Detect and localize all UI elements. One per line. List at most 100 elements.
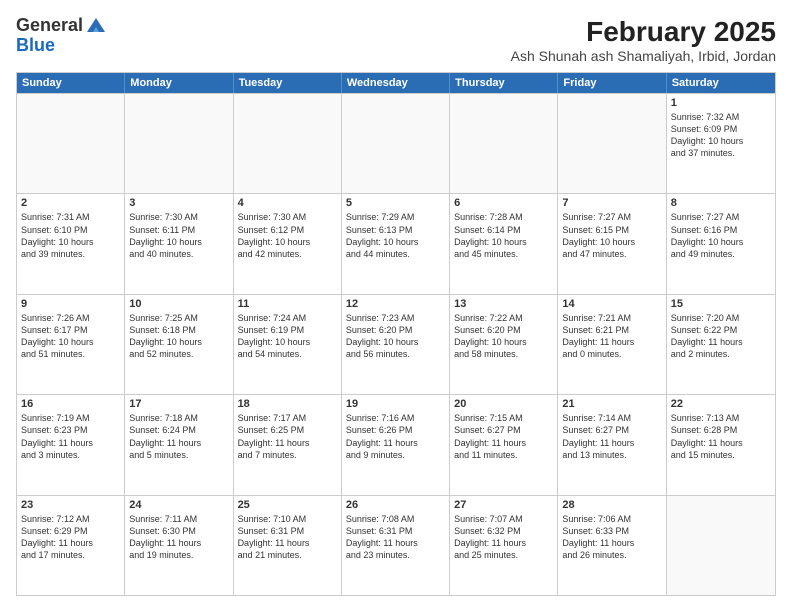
day-info: Sunrise: 7:32 AM Sunset: 6:09 PM Dayligh… bbox=[671, 111, 771, 160]
day-info: Sunrise: 7:28 AM Sunset: 6:14 PM Dayligh… bbox=[454, 211, 553, 260]
day-cell-18: 18Sunrise: 7:17 AM Sunset: 6:25 PM Dayli… bbox=[234, 395, 342, 494]
logo: General Blue bbox=[16, 16, 107, 56]
day-info: Sunrise: 7:29 AM Sunset: 6:13 PM Dayligh… bbox=[346, 211, 445, 260]
header-day-monday: Monday bbox=[125, 73, 233, 93]
day-cell-20: 20 Sunrise: 7:15 AM Sunset: 6:27 PM Dayli… bbox=[450, 395, 558, 494]
day-cell-21: 21 Sunrise: 7:14 AM Sunset: 6:27 PM Dayli… bbox=[558, 395, 666, 494]
week-row-5: 23 Sunrise: 7:12 AM Sunset: 6:29 PM Dayli… bbox=[17, 495, 775, 595]
header-day-sunday: Sunday bbox=[17, 73, 125, 93]
day-info: Sunrise: 7:15 AM Sunset: 6:27 PM Dayligh… bbox=[454, 412, 553, 461]
day-cell-11: 11 Sunrise: 7:24 AM Sunset: 6:19 PM Dayli… bbox=[234, 295, 342, 394]
day-number: 21 bbox=[562, 398, 661, 410]
day-number: 8 bbox=[671, 197, 771, 209]
day-info: Sunrise: 7:12 AM Sunset: 6:29 PM Dayligh… bbox=[21, 513, 120, 562]
day-number: 20 bbox=[454, 398, 553, 410]
day-info: Sunrise: 7:08 AM Sunset: 6:31 PM Dayligh… bbox=[346, 513, 445, 562]
day-number: 11 bbox=[238, 298, 337, 310]
day-cell-28: 28 Sunrise: 7:06 AM Sunset: 6:33 PM Dayli… bbox=[558, 496, 666, 595]
day-number: 16 bbox=[21, 398, 120, 410]
day-number: 26 bbox=[346, 499, 445, 511]
day-number: 4 bbox=[238, 197, 337, 209]
day-cell-27: 27 Sunrise: 7:07 AM Sunset: 6:32 PM Dayli… bbox=[450, 496, 558, 595]
day-info: Sunrise: 7:20 AM Sunset: 6:22 PM Dayligh… bbox=[671, 312, 771, 361]
day-cell-2: 2Sunrise: 7:31 AM Sunset: 6:10 PM Daylig… bbox=[17, 194, 125, 293]
day-number: 19 bbox=[346, 398, 445, 410]
day-cell-3: 3 Sunrise: 7:30 AM Sunset: 6:11 PM Daylig… bbox=[125, 194, 233, 293]
header-day-thursday: Thursday bbox=[450, 73, 558, 93]
day-cell-22: 22Sunrise: 7:13 AM Sunset: 6:28 PM Dayli… bbox=[667, 395, 775, 494]
day-info: Sunrise: 7:21 AM Sunset: 6:21 PM Dayligh… bbox=[562, 312, 661, 361]
day-cell-14: 14 Sunrise: 7:21 AM Sunset: 6:21 PM Dayli… bbox=[558, 295, 666, 394]
day-number: 14 bbox=[562, 298, 661, 310]
day-info: Sunrise: 7:19 AM Sunset: 6:23 PM Dayligh… bbox=[21, 412, 120, 461]
day-cell-7: 7 Sunrise: 7:27 AM Sunset: 6:15 PM Daylig… bbox=[558, 194, 666, 293]
day-cell-10: 10 Sunrise: 7:25 AM Sunset: 6:18 PM Dayli… bbox=[125, 295, 233, 394]
day-number: 25 bbox=[238, 499, 337, 511]
day-info: Sunrise: 7:10 AM Sunset: 6:31 PM Dayligh… bbox=[238, 513, 337, 562]
day-number: 7 bbox=[562, 197, 661, 209]
day-info: Sunrise: 7:06 AM Sunset: 6:33 PM Dayligh… bbox=[562, 513, 661, 562]
week-row-4: 16 Sunrise: 7:19 AM Sunset: 6:23 PM Dayli… bbox=[17, 394, 775, 494]
calendar-header: SundayMondayTuesdayWednesdayThursdayFrid… bbox=[17, 73, 775, 93]
location-title: Ash Shunah ash Shamaliyah, Irbid, Jordan bbox=[511, 48, 776, 64]
header-day-tuesday: Tuesday bbox=[234, 73, 342, 93]
day-cell-8: 8 Sunrise: 7:27 AM Sunset: 6:16 PM Daylig… bbox=[667, 194, 775, 293]
day-cell-17: 17Sunrise: 7:18 AM Sunset: 6:24 PM Dayli… bbox=[125, 395, 233, 494]
empty-cell bbox=[125, 94, 233, 193]
day-info: Sunrise: 7:18 AM Sunset: 6:24 PM Dayligh… bbox=[129, 412, 228, 461]
header-day-wednesday: Wednesday bbox=[342, 73, 450, 93]
day-cell-1: 1 Sunrise: 7:32 AM Sunset: 6:09 PM Daylig… bbox=[667, 94, 775, 193]
day-number: 27 bbox=[454, 499, 553, 511]
empty-cell bbox=[234, 94, 342, 193]
logo-icon bbox=[85, 14, 107, 36]
day-number: 13 bbox=[454, 298, 553, 310]
day-number: 28 bbox=[562, 499, 661, 511]
day-number: 23 bbox=[21, 499, 120, 511]
day-info: Sunrise: 7:27 AM Sunset: 6:16 PM Dayligh… bbox=[671, 211, 771, 260]
day-number: 3 bbox=[129, 197, 228, 209]
day-number: 12 bbox=[346, 298, 445, 310]
empty-cell bbox=[342, 94, 450, 193]
title-block: February 2025 Ash Shunah ash Shamaliyah,… bbox=[511, 16, 776, 64]
week-row-3: 9 Sunrise: 7:26 AM Sunset: 6:17 PM Daylig… bbox=[17, 294, 775, 394]
day-number: 9 bbox=[21, 298, 120, 310]
day-number: 5 bbox=[346, 197, 445, 209]
page: General Blue February 2025 Ash Shunah as… bbox=[0, 0, 792, 612]
day-cell-24: 24 Sunrise: 7:11 AM Sunset: 6:30 PM Dayli… bbox=[125, 496, 233, 595]
header-day-friday: Friday bbox=[558, 73, 666, 93]
day-cell-26: 26 Sunrise: 7:08 AM Sunset: 6:31 PM Dayli… bbox=[342, 496, 450, 595]
day-info: Sunrise: 7:24 AM Sunset: 6:19 PM Dayligh… bbox=[238, 312, 337, 361]
day-cell-19: 19 Sunrise: 7:16 AM Sunset: 6:26 PM Dayli… bbox=[342, 395, 450, 494]
day-number: 1 bbox=[671, 97, 771, 109]
day-number: 15 bbox=[671, 298, 771, 310]
day-info: Sunrise: 7:27 AM Sunset: 6:15 PM Dayligh… bbox=[562, 211, 661, 260]
day-cell-5: 5 Sunrise: 7:29 AM Sunset: 6:13 PM Daylig… bbox=[342, 194, 450, 293]
week-row-2: 2Sunrise: 7:31 AM Sunset: 6:10 PM Daylig… bbox=[17, 193, 775, 293]
day-info: Sunrise: 7:22 AM Sunset: 6:20 PM Dayligh… bbox=[454, 312, 553, 361]
calendar-body: 1 Sunrise: 7:32 AM Sunset: 6:09 PM Daylig… bbox=[17, 93, 775, 595]
day-number: 10 bbox=[129, 298, 228, 310]
day-cell-25: 25 Sunrise: 7:10 AM Sunset: 6:31 PM Dayli… bbox=[234, 496, 342, 595]
month-title: February 2025 bbox=[511, 16, 776, 48]
empty-cell bbox=[17, 94, 125, 193]
day-info: Sunrise: 7:14 AM Sunset: 6:27 PM Dayligh… bbox=[562, 412, 661, 461]
header: General Blue February 2025 Ash Shunah as… bbox=[16, 16, 776, 64]
day-cell-12: 12Sunrise: 7:23 AM Sunset: 6:20 PM Dayli… bbox=[342, 295, 450, 394]
empty-cell bbox=[558, 94, 666, 193]
day-info: Sunrise: 7:30 AM Sunset: 6:12 PM Dayligh… bbox=[238, 211, 337, 260]
day-info: Sunrise: 7:11 AM Sunset: 6:30 PM Dayligh… bbox=[129, 513, 228, 562]
day-info: Sunrise: 7:30 AM Sunset: 6:11 PM Dayligh… bbox=[129, 211, 228, 260]
day-cell-15: 15 Sunrise: 7:20 AM Sunset: 6:22 PM Dayli… bbox=[667, 295, 775, 394]
day-info: Sunrise: 7:07 AM Sunset: 6:32 PM Dayligh… bbox=[454, 513, 553, 562]
calendar: SundayMondayTuesdayWednesdayThursdayFrid… bbox=[16, 72, 776, 596]
day-info: Sunrise: 7:25 AM Sunset: 6:18 PM Dayligh… bbox=[129, 312, 228, 361]
week-row-1: 1 Sunrise: 7:32 AM Sunset: 6:09 PM Daylig… bbox=[17, 93, 775, 193]
day-info: Sunrise: 7:31 AM Sunset: 6:10 PM Dayligh… bbox=[21, 211, 120, 260]
day-number: 22 bbox=[671, 398, 771, 410]
day-info: Sunrise: 7:16 AM Sunset: 6:26 PM Dayligh… bbox=[346, 412, 445, 461]
day-number: 18 bbox=[238, 398, 337, 410]
empty-cell bbox=[450, 94, 558, 193]
day-info: Sunrise: 7:26 AM Sunset: 6:17 PM Dayligh… bbox=[21, 312, 120, 361]
day-cell-6: 6Sunrise: 7:28 AM Sunset: 6:14 PM Daylig… bbox=[450, 194, 558, 293]
day-number: 24 bbox=[129, 499, 228, 511]
